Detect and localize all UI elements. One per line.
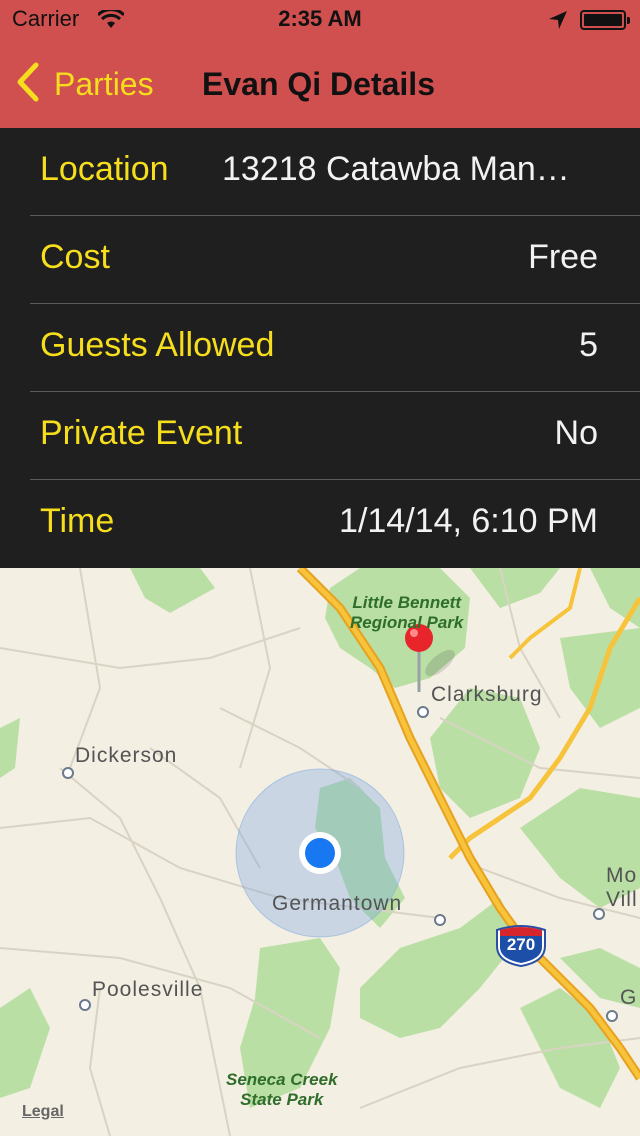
time-value: 1/14/14, 6:10 PM (339, 502, 598, 540)
place-label-germantown: Germantown (272, 892, 403, 915)
map-pin[interactable] (404, 622, 434, 694)
time-label: Time (40, 502, 115, 540)
row-cost: Cost Free (0, 216, 640, 304)
battery-icon (580, 10, 630, 30)
map-view[interactable]: Little Bennett Regional Park Clarksburg D… (0, 568, 640, 1136)
place-label-clarksburg: Clarksburg (431, 683, 543, 706)
chevron-left-icon (14, 62, 40, 107)
row-time: Time 1/14/14, 6:10 PM (0, 480, 640, 568)
place-label-mo: Mo (606, 864, 638, 887)
row-private-event: Private Event No (0, 392, 640, 480)
park-label-seneca-creek: Seneca Creek State Park (226, 1070, 338, 1109)
user-location-marker[interactable] (302, 835, 338, 871)
interstate-270-shield: 270 (506, 935, 536, 954)
back-button[interactable]: Parties (14, 62, 154, 106)
navigation-bar: Parties Evan Qi Details (0, 40, 640, 128)
guests-allowed-value: 5 (579, 326, 598, 364)
row-guests-allowed: Guests Allowed 5 (0, 304, 640, 392)
back-button-label: Parties (54, 65, 154, 102)
row-location[interactable]: Location 13218 Catawba Man… (0, 128, 640, 216)
status-bar: Carrier 2:35 AM (0, 0, 640, 40)
legal-link[interactable]: Legal (22, 1103, 64, 1121)
private-event-value: No (554, 414, 598, 452)
private-event-label: Private Event (40, 414, 243, 452)
place-label-vill: Vill (606, 888, 638, 911)
place-label-dickerson: Dickerson (75, 744, 178, 767)
cost-value: Free (528, 238, 598, 276)
clock: 2:35 AM (278, 6, 362, 31)
guests-allowed-label: Guests Allowed (40, 326, 275, 364)
place-label-g: G (620, 986, 638, 1009)
location-arrow-icon (548, 10, 568, 35)
cost-label: Cost (40, 238, 110, 276)
place-label-poolesville: Poolesville (92, 978, 204, 1001)
details-table: Location 13218 Catawba Man… Cost Free Gu… (0, 128, 640, 568)
location-label: Location (40, 150, 169, 188)
page-title: Evan Qi Details (202, 66, 435, 102)
location-value: 13218 Catawba Man… (222, 150, 570, 188)
